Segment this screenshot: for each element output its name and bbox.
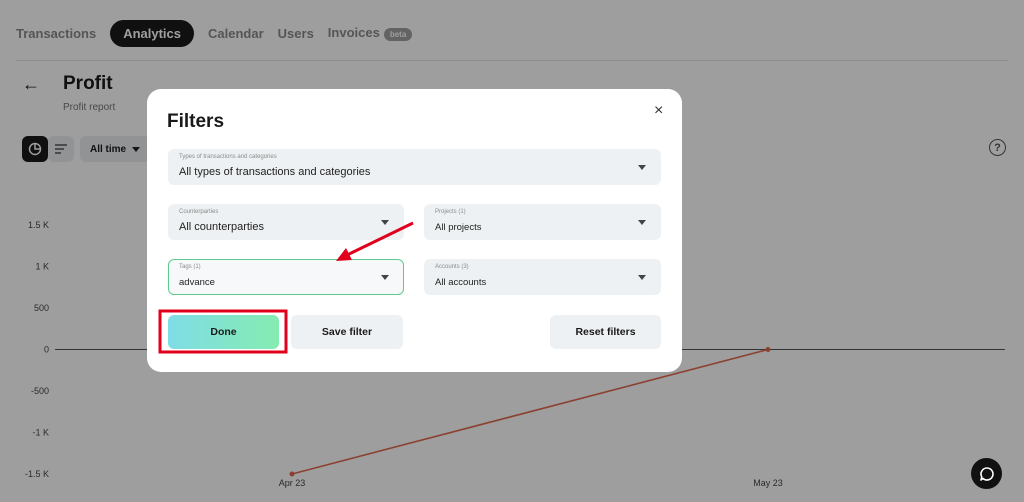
chevron-down-icon <box>638 275 646 280</box>
accounts-value: All accounts <box>435 277 487 288</box>
done-button[interactable]: Done <box>168 315 279 349</box>
save-filter-button[interactable]: Save filter <box>291 315 403 349</box>
projects-value: All projects <box>435 222 482 233</box>
chat-icon <box>979 466 994 481</box>
tags-label: Tags (1) <box>179 264 201 270</box>
modal-title: Filters <box>167 111 225 132</box>
counterparties-value: All counterparties <box>179 221 264 233</box>
reset-filters-button[interactable]: Reset filters <box>550 315 661 349</box>
tags-select[interactable]: Tags (1) advance <box>168 259 404 295</box>
tags-value: advance <box>179 277 215 288</box>
chevron-down-icon <box>381 220 389 225</box>
close-icon[interactable]: × <box>654 103 663 119</box>
chevron-down-icon <box>381 275 389 280</box>
types-select[interactable]: Types of transactions and categories All… <box>168 149 661 185</box>
projects-label: Projects (1) <box>435 209 466 215</box>
accounts-select[interactable]: Accounts (3) All accounts <box>424 259 661 295</box>
chevron-down-icon <box>638 165 646 170</box>
chevron-down-icon <box>638 220 646 225</box>
projects-select[interactable]: Projects (1) All projects <box>424 204 661 240</box>
filters-modal: Filters × Types of transactions and cate… <box>147 89 682 372</box>
counterparties-label: Counterparties <box>179 209 219 215</box>
accounts-label: Accounts (3) <box>435 264 469 270</box>
types-label: Types of transactions and categories <box>179 154 277 160</box>
counterparties-select[interactable]: Counterparties All counterparties <box>168 204 404 240</box>
chat-button[interactable] <box>971 458 1002 489</box>
types-value: All types of transactions and categories <box>179 166 371 178</box>
